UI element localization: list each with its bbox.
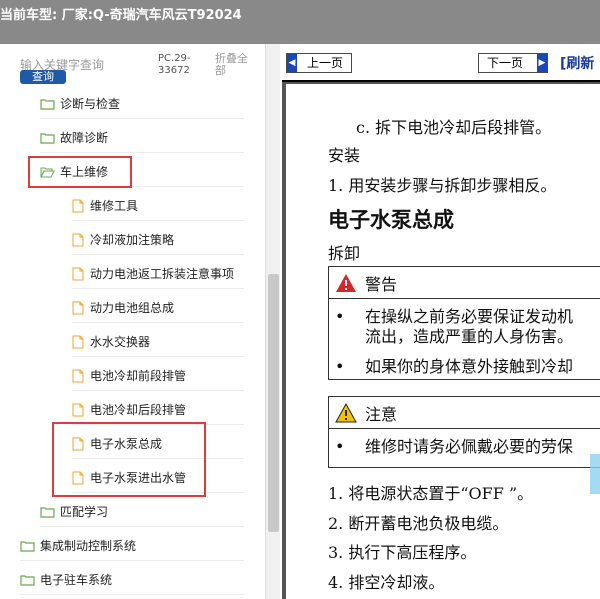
warning-box: 警告 • 在操纵之前务必要保证发动机 流出，造成严重的人身伤害。 • 如果你的身… [328,266,600,380]
tree-item[interactable]: 动力电池返工拆装注意事项 [72,259,244,289]
file-icon [72,403,84,416]
tree-item[interactable]: 诊断与检查 [40,89,244,119]
tree-item[interactable]: 动力电池组总成 [72,293,244,323]
caution-icon [335,402,357,422]
next-page-button[interactable]: 下一页 ▶ [478,53,548,73]
folder-icon [40,506,55,518]
tree-item-label: 诊断与检查 [60,97,121,111]
page-nav-bar: ◀ 上一页 下一页 ▶ [刷新 [282,44,600,82]
caution-header: 注意 [329,397,600,429]
file-icon [72,301,84,314]
prev-page-label: 上一页 [307,56,344,70]
tree-item-label: 故障诊断 [60,131,109,145]
tree-item-label: 冷却液加注策略 [90,233,175,247]
warning-text: 在操纵之前务必要保证发动机 [365,307,574,326]
doc-line: 安装 [328,146,361,165]
tree-item[interactable]: 电池冷却后段排管 [72,395,244,425]
tree-item[interactable]: 电子驻车系统 [20,565,244,595]
tree-item[interactable]: 水水交换器 [72,327,244,357]
warning-text: 如果你的身体意外接触到冷却 [365,357,574,376]
warning-header: 警告 [329,267,600,299]
navigation-pane: 输入关键字查询 查询 PC.29-33672 折叠全部 诊断与检查 故障诊断 车上维… [0,44,282,599]
step-item: 4. 排空冷却液。 [328,573,445,592]
folder-icon [40,132,55,144]
refresh-link[interactable]: [刷新 [560,53,594,73]
tree-item-label: 水水交换器 [90,335,151,349]
highlight-box-onvehicle [28,156,132,188]
caution-box: 注意 • 维修时请务必佩戴必要的劳保 [328,396,600,468]
window-title: 当前车型: 厂家:Q-奇瑞汽车风云T92024 [0,8,242,23]
highlight-box-pump [52,422,206,497]
tree-scrollbar[interactable] [265,44,280,599]
search-button[interactable]: 查询 [20,70,66,84]
window-titlebar: 当前车型: 厂家:Q-奇瑞汽车风云T92024 [0,0,600,44]
doc-line: c. 拆下电池冷却后段排管。 [356,118,552,137]
prev-page-button[interactable]: ◀ 上一页 [286,53,352,73]
tree-item[interactable]: 冷却液加注策略 [72,225,244,255]
collapse-all-button[interactable]: 折叠全部 [215,53,255,77]
document-page: c. 拆下电池冷却后段排管。 安装 1. 用安装步骤与拆卸步骤相反。 电子水泵总… [286,84,600,599]
tree-item-label: 动力电池组总成 [90,301,175,315]
pc-code-label: PC.29-33672 [158,53,191,76]
step-item: 2. 断开蓄电池负极电缆。 [328,514,509,533]
tree-item-label: 匹配学习 [60,505,109,519]
arrow-left-icon: ◀ [287,54,297,72]
step-item: 1. 将电源状态置于“OFF ”。 [328,484,534,503]
watermark-decoration [590,454,600,494]
scrollbar-thumb[interactable] [268,274,279,532]
tree-item[interactable]: 匹配学习 [40,497,244,527]
folder-icon [20,574,35,586]
bullet: • [335,357,345,376]
tree-item[interactable]: 集成制动控制系统 [20,531,244,561]
tree-item-label: 电池冷却前段排管 [90,369,187,383]
next-page-label: 下一页 [487,56,524,70]
bullet: • [335,307,345,326]
tree-item-label: 集成制动控制系统 [40,539,137,553]
warning-title: 警告 [365,274,398,294]
document-viewer: ◀ 上一页 下一页 ▶ [刷新 c. 拆下电池冷却后段排管。 安装 1. 用安装… [282,44,600,599]
warning-item: • 在操纵之前务必要保证发动机 流出，造成严重的人身伤害。 [329,307,600,347]
arrow-right-icon: ▶ [537,54,547,72]
warning-item: • 如果你的身体意外接触到冷却 [329,357,600,377]
file-icon [72,369,84,382]
tree-item-label: 电子驻车系统 [40,573,113,587]
section-title: 电子水泵总成 [328,207,454,232]
warning-icon [336,273,356,292]
tree-item-label: 动力电池返工拆装注意事项 [90,267,235,281]
caution-title: 注意 [365,404,398,424]
tree-item[interactable]: 维修工具 [72,191,244,221]
search-bar: 输入关键字查询 查询 PC.29-33672 折叠全部 [0,44,282,88]
caution-item: • 维修时请务必佩戴必要的劳保 [329,437,600,457]
warning-text: 流出，造成严重的人身伤害。 [365,327,574,346]
tree-item[interactable]: 电池冷却前段排管 [72,361,244,391]
tree-item-label: 维修工具 [90,199,139,213]
doc-line: 拆卸 [328,244,361,263]
caution-text: 维修时请务必佩戴必要的劳保 [365,437,574,456]
file-icon [72,199,84,212]
step-item: 3. 执行下高压程序。 [328,543,477,562]
file-icon [72,267,84,280]
doc-line: 1. 用安装步骤与拆卸步骤相反。 [328,176,557,195]
file-icon [72,233,84,246]
tree-item[interactable]: 故障诊断 [40,123,244,153]
folder-icon [20,540,35,552]
tree-item-label: 电池冷却后段排管 [90,403,187,417]
bullet: • [335,437,345,456]
file-icon [72,335,84,348]
folder-icon [40,98,55,110]
